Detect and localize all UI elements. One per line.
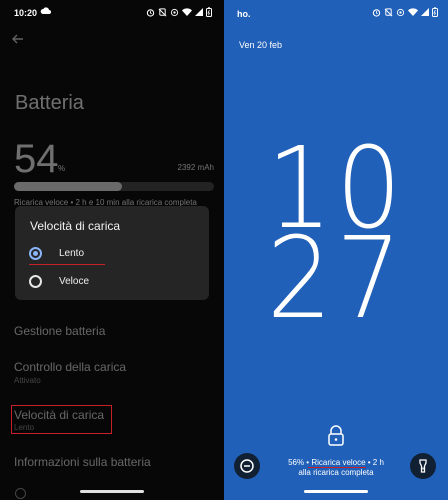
option-veloce[interactable]: Veloce xyxy=(29,271,199,293)
signal-icon xyxy=(421,8,429,16)
status-bar: 10:20 xyxy=(0,6,224,20)
gesture-nav-handle[interactable] xyxy=(304,490,368,493)
dialog-title: Velocità di carica xyxy=(30,219,121,233)
battery-percent-symbol: % xyxy=(58,164,66,173)
back-arrow-icon[interactable] xyxy=(10,31,26,47)
setting-charge-control[interactable]: Controllo della carica xyxy=(14,360,126,374)
do-not-disturb-button[interactable] xyxy=(234,453,260,479)
status-time: 10:20 xyxy=(14,8,38,18)
alarm-icon xyxy=(372,8,381,17)
hotspot-icon xyxy=(396,8,405,16)
wifi-icon xyxy=(408,8,418,16)
radio-unselected-icon[interactable] xyxy=(29,275,42,288)
setting-battery-management[interactable]: Gestione batteria xyxy=(14,324,105,338)
lock-screen: ho. Ven 20 feb 10 27 56% • Ricarica velo… xyxy=(224,0,448,500)
battery-charging-icon xyxy=(432,7,438,17)
option-label: Lento xyxy=(59,248,85,259)
battery-level-bar xyxy=(14,182,214,191)
gesture-nav-handle[interactable] xyxy=(80,490,144,493)
battery-charging-icon xyxy=(206,7,212,17)
radio-selected-icon[interactable] xyxy=(29,247,42,260)
battery-level-fill xyxy=(14,182,122,191)
carrier-label: ho. xyxy=(237,9,251,19)
status-bar: ho. xyxy=(224,6,448,20)
do-not-disturb-icon xyxy=(240,459,254,473)
annotation-underline xyxy=(29,264,105,265)
battery-capacity: 2392 mAh xyxy=(177,163,214,172)
mute-icon xyxy=(384,7,393,16)
wifi-icon xyxy=(182,8,192,16)
mute-icon xyxy=(158,7,167,16)
info-icon xyxy=(15,488,26,499)
lock-icon[interactable] xyxy=(326,424,346,446)
lock-date: Ven 20 feb xyxy=(239,40,283,50)
clock-minutes: 27 xyxy=(266,214,406,344)
setting-battery-info[interactable]: Informazioni sulla batteria xyxy=(14,455,151,469)
alarm-icon xyxy=(146,8,155,17)
annotation-box xyxy=(11,405,112,434)
charging-speed-dialog: Velocità di carica Lento Veloce xyxy=(15,206,209,300)
battery-percent: 54 xyxy=(14,137,59,181)
option-label: Veloce xyxy=(59,276,90,287)
cloud-icon xyxy=(40,7,51,14)
signal-icon xyxy=(195,8,203,16)
flashlight-button[interactable] xyxy=(410,453,436,479)
page-title: Batteria xyxy=(15,92,84,114)
setting-charge-control-value: Attivato xyxy=(14,376,41,385)
option-lento[interactable]: Lento xyxy=(29,243,199,265)
flashlight-icon xyxy=(419,459,427,473)
battery-settings-screen: 10:20 Batteria 54 % 2392 mAh Ricarica ve… xyxy=(0,0,224,500)
hotspot-icon xyxy=(170,8,179,16)
